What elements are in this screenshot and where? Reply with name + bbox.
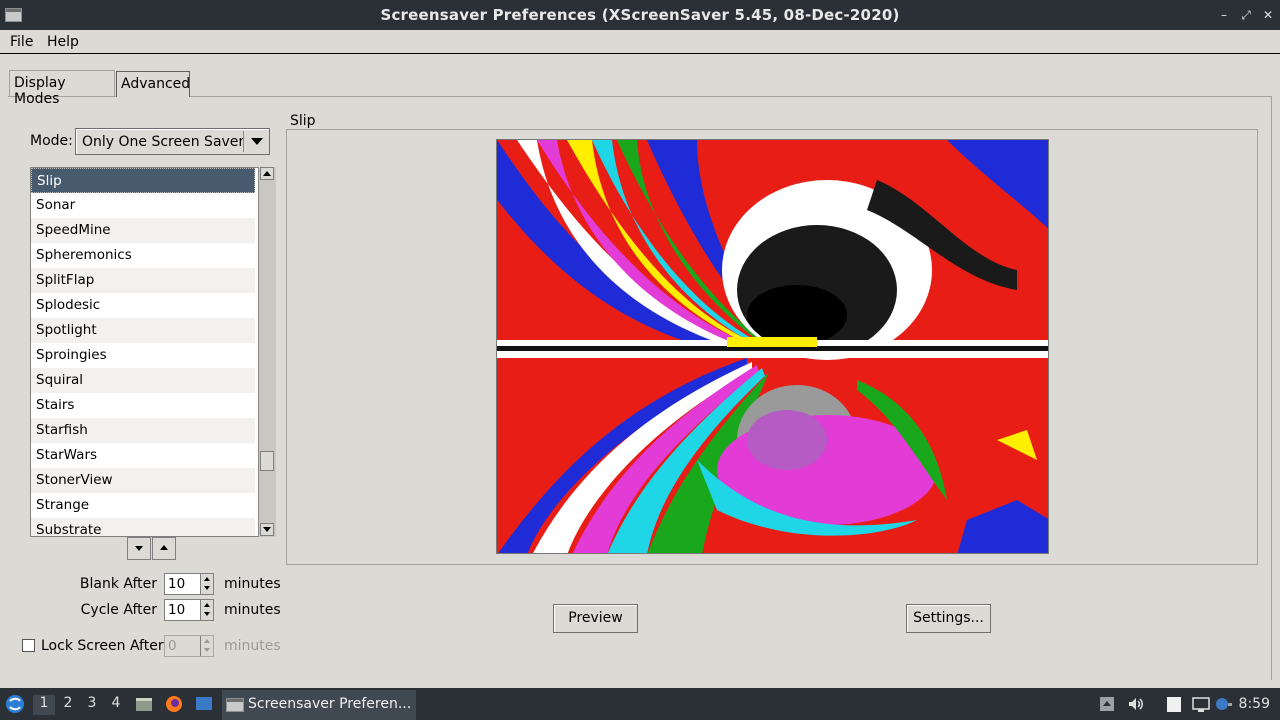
notification-icon[interactable] [1215, 695, 1233, 713]
mode-label: Mode: [30, 133, 73, 149]
workspace-4[interactable]: 4 [105, 695, 127, 715]
taskbar: 1 2 3 4 Screensaver Preferen... 8:59 [0, 688, 1280, 720]
file-manager-icon[interactable] [135, 695, 153, 713]
preview-frame-label: Slip [290, 113, 316, 129]
tab-advanced[interactable]: Advanced [116, 71, 190, 97]
mode-dropdown[interactable]: Only One Screen Saver [75, 128, 270, 155]
start-menu-icon[interactable] [5, 694, 25, 714]
lock-screen-spinner: 0 [164, 635, 214, 657]
list-item[interactable]: Strange [31, 493, 255, 518]
taskbar-task-screensaver[interactable]: Screensaver Preferen... [222, 690, 416, 720]
list-item[interactable]: StarWars [31, 443, 255, 468]
scrollbar-thumb[interactable] [260, 451, 274, 471]
scroll-up-arrow-icon[interactable] [260, 167, 274, 180]
window-icon [226, 698, 244, 712]
list-item[interactable]: Splodesic [31, 293, 255, 318]
list-item[interactable]: SpeedMine [31, 218, 255, 243]
mode-dropdown-value: Only One Screen Saver [82, 134, 245, 150]
workspace-2[interactable]: 2 [57, 695, 79, 715]
list-scrollbar[interactable] [258, 167, 276, 537]
screensaver-preview-image [496, 139, 1049, 554]
lock-screen-unit: minutes [224, 638, 281, 654]
lock-screen-checkbox[interactable] [22, 639, 35, 652]
clock: 8:59 [1238, 696, 1270, 712]
screensaver-list[interactable]: Slip Sonar SpeedMine Spheremonics SplitFlap S… [30, 167, 276, 537]
blank-after-unit: minutes [224, 576, 281, 592]
slip-preview-graphic [497, 140, 1048, 553]
lock-screen-label[interactable]: Lock Screen After [41, 638, 164, 654]
minimize-button[interactable]: – [1216, 6, 1232, 24]
dropdown-separator [243, 131, 244, 152]
title-bar: Screensaver Preferences (XScreenSaver 5.… [0, 0, 1280, 30]
list-item[interactable]: Stairs [31, 393, 255, 418]
next-screensaver-button[interactable] [127, 537, 151, 560]
menu-file[interactable]: File [10, 34, 33, 50]
workspace-1[interactable]: 1 [33, 695, 55, 715]
lock-screen-value: 0 [168, 638, 177, 654]
blank-after-value: 10 [168, 576, 186, 592]
workspace-3[interactable]: 3 [81, 695, 103, 715]
spinner-arrows-icon[interactable] [200, 600, 213, 620]
menu-help[interactable]: Help [47, 34, 79, 50]
list-item[interactable]: Substrate [31, 518, 255, 536]
preview-button[interactable]: Preview [553, 604, 638, 633]
settings-button[interactable]: Settings... [906, 604, 991, 633]
scroll-down-arrow-icon[interactable] [260, 523, 274, 536]
cycle-after-unit: minutes [224, 602, 281, 618]
menu-bar: File Help [0, 30, 1280, 54]
maximize-button[interactable]: ⤢ [1238, 6, 1254, 24]
chevron-down-icon [251, 138, 263, 145]
list-item[interactable]: Spotlight [31, 318, 255, 343]
blank-after-label: Blank After [79, 576, 157, 592]
desktop-icon[interactable] [195, 695, 213, 713]
close-button[interactable]: ✕ [1260, 6, 1276, 24]
list-item[interactable]: Starfish [31, 418, 255, 443]
list-item[interactable]: StonerView [31, 468, 255, 493]
list-item[interactable]: Squiral [31, 368, 255, 393]
list-item[interactable]: SplitFlap [31, 268, 255, 293]
previous-screensaver-button[interactable] [152, 537, 176, 560]
list-item[interactable]: Slip [31, 168, 255, 193]
list-item[interactable]: Spheremonics [31, 243, 255, 268]
cycle-after-label: Cycle After [80, 602, 157, 618]
clipboard-icon[interactable] [1165, 695, 1183, 713]
tray-up-icon[interactable] [1098, 695, 1116, 713]
list-item[interactable]: Sproingies [31, 343, 255, 368]
spinner-arrows-icon[interactable] [200, 574, 213, 594]
cycle-after-spinner[interactable]: 10 [164, 599, 214, 621]
volume-icon[interactable] [1127, 695, 1145, 713]
task-label: Screensaver Preferen... [248, 696, 412, 712]
list-item[interactable]: Sonar [31, 193, 255, 218]
cycle-after-value: 10 [168, 602, 186, 618]
tab-display-modes[interactable]: Display Modes [9, 70, 115, 107]
window-title: Screensaver Preferences (XScreenSaver 5.… [380, 6, 900, 24]
blank-after-spinner[interactable]: 10 [164, 573, 214, 595]
network-icon[interactable] [1192, 695, 1210, 713]
spinner-arrows-icon [200, 636, 213, 656]
firefox-icon[interactable] [165, 695, 183, 713]
